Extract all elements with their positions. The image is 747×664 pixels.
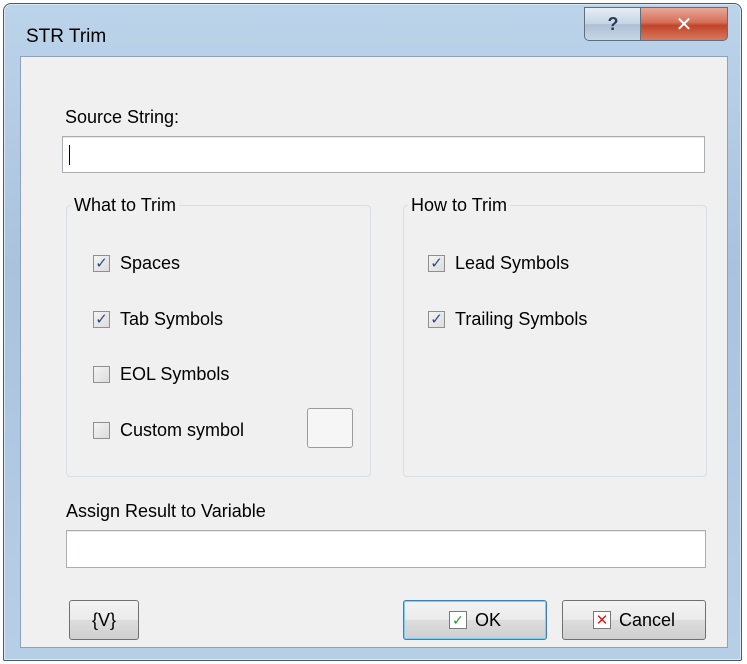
help-button[interactable]: ?	[584, 7, 642, 41]
how-to-trim-group: How to Trim	[403, 195, 707, 477]
spaces-label: Spaces	[120, 253, 181, 273]
source-string-label: Source String:	[65, 107, 180, 127]
text-caret	[69, 145, 70, 165]
ok-label: OK	[474, 609, 501, 630]
trailing-symbols-checkbox-box[interactable]: ✓	[428, 311, 445, 328]
dialog-window: STR Trim ? ✕ Source String: What to Trim…	[3, 3, 742, 661]
cancel-button[interactable]: ✕ Cancel	[562, 600, 706, 640]
tab-symbols-label: Tab Symbols	[120, 309, 224, 329]
ok-button[interactable]: ✓ OK	[403, 600, 547, 640]
custom-symbol-label: Custom symbol	[120, 420, 245, 440]
dialog-body: Source String: What to Trim ✓ Spaces ✓ T…	[20, 56, 728, 648]
window-title: STR Trim	[26, 26, 107, 47]
eol-symbols-checkbox-box[interactable]	[93, 366, 110, 383]
custom-symbol-input[interactable]	[307, 408, 353, 448]
cancel-label: Cancel	[618, 609, 676, 630]
title-bar[interactable]: STR Trim ? ✕	[4, 4, 741, 56]
question-icon: ?	[607, 13, 619, 34]
trailing-symbols-checkbox[interactable]: ✓ Trailing Symbols	[428, 309, 587, 330]
close-button[interactable]: ✕	[640, 7, 728, 41]
checkmark-icon: ✓	[95, 311, 108, 328]
check-icon: ✓	[448, 611, 467, 629]
checkmark-icon: ✓	[430, 311, 443, 328]
checkmark-icon: ✓	[430, 255, 443, 272]
x-icon: ✕	[592, 611, 611, 629]
lead-symbols-checkbox-box[interactable]: ✓	[428, 255, 445, 272]
trailing-symbols-label: Trailing Symbols	[455, 309, 588, 329]
assign-result-input[interactable]	[66, 530, 706, 568]
tab-symbols-checkbox-box[interactable]: ✓	[93, 311, 110, 328]
what-to-trim-legend: What to Trim	[74, 195, 177, 215]
eol-symbols-checkbox[interactable]: EOL Symbols	[93, 364, 229, 385]
eol-symbols-label: EOL Symbols	[120, 364, 230, 384]
spaces-checkbox-box[interactable]: ✓	[93, 255, 110, 272]
source-string-input[interactable]	[62, 136, 705, 173]
custom-symbol-checkbox[interactable]: Custom symbol	[93, 420, 244, 441]
checkmark-icon: ✓	[95, 255, 108, 272]
tab-symbols-checkbox[interactable]: ✓ Tab Symbols	[93, 309, 223, 330]
lead-symbols-checkbox[interactable]: ✓ Lead Symbols	[428, 253, 569, 274]
lead-symbols-label: Lead Symbols	[455, 253, 570, 273]
variable-button[interactable]: {V}	[69, 600, 139, 640]
assign-result-label: Assign Result to Variable	[66, 501, 266, 521]
how-to-trim-legend: How to Trim	[411, 195, 508, 215]
spaces-checkbox[interactable]: ✓ Spaces	[93, 253, 180, 274]
custom-symbol-checkbox-box[interactable]	[93, 422, 110, 439]
close-icon: ✕	[675, 13, 693, 36]
